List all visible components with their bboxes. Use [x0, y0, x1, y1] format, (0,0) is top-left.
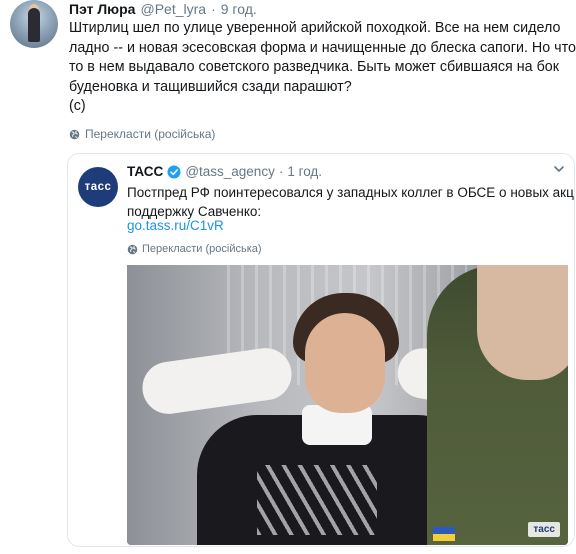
news-photo[interactable]: тасс [127, 265, 568, 545]
author-handle[interactable]: @Pet_lyra [140, 1, 206, 17]
tass-logo-text: тасс [84, 181, 112, 193]
globe-icon [127, 244, 138, 254]
translate-label: Перекласти (російська) [142, 243, 262, 255]
tweet-header: Пэт Люра @Pet_lyra · 9 год. [69, 0, 257, 18]
quoted-tweet-card[interactable]: тасс ТАСС @tass_agency · 1 год. Постпред… [67, 153, 575, 547]
separator-dot: · [211, 1, 216, 17]
quoted-timestamp[interactable]: 1 год. [287, 164, 322, 179]
photo-soldier-head [477, 265, 568, 380]
tweet-timestamp[interactable]: 9 год. [221, 1, 257, 17]
quoted-translate-link[interactable]: Перекласти (російська) [127, 243, 262, 255]
tweet-text-line: то в нем выдавало советского разведчика.… [69, 59, 559, 75]
flag-patch [433, 527, 455, 541]
tweet-text-line: ладно -- и новая эсесовская форма и начи… [69, 39, 576, 56]
verified-badge-icon [167, 165, 181, 178]
globe-icon [69, 129, 80, 139]
photo-shirt-print [257, 465, 377, 535]
chevron-down-icon[interactable] [552, 162, 566, 176]
quoted-author-handle[interactable]: @tass_agency [185, 164, 275, 179]
tweet-text: Штирлиц шел по улице уверенной арийской … [69, 19, 576, 117]
photo-face [305, 313, 385, 413]
avatar-figure [28, 8, 40, 42]
translate-label: Перекласти (російська) [85, 127, 216, 141]
tweet-text-line: буденовка и тащившийся сзади парашют? [69, 78, 352, 95]
tass-logo[interactable]: тасс [78, 167, 118, 207]
author-name[interactable]: Пэт Люра [69, 1, 135, 17]
quoted-author-name[interactable]: ТАСС [127, 164, 163, 179]
tweet-text-line: (с) [69, 98, 86, 114]
author-avatar[interactable] [10, 0, 58, 48]
quoted-text-line: Постпред РФ поинтересовался у западных к… [127, 185, 575, 200]
separator-dot: · [278, 164, 284, 179]
quoted-link[interactable]: go.tass.ru/C1vR [127, 218, 224, 233]
quoted-text: Постпред РФ поинтересовался у западных к… [127, 183, 575, 221]
translate-link[interactable]: Перекласти (російська) [69, 127, 215, 141]
photo-watermark: тасс [528, 522, 560, 537]
tweet-text-line: Штирлиц шел по улице уверенной арийской … [69, 20, 561, 36]
quoted-header: ТАСС @tass_agency · 1 год. [127, 164, 322, 179]
